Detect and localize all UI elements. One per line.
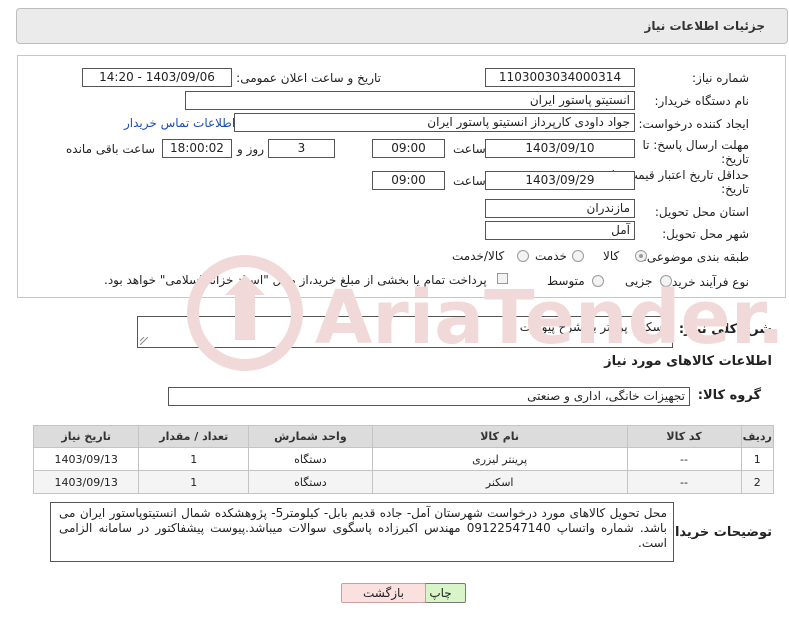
goods-table: ردیف کد کالا نام کالا واحد شمارش تعداد /… (32, 425, 775, 494)
cell-quantity: 1 (138, 470, 250, 494)
goods-group-field[interactable]: تجهیزات خانگی، اداری و صنعتی (168, 387, 690, 406)
cell-row-number: 1 (740, 447, 775, 471)
process-radio-medium[interactable] (592, 275, 604, 287)
announce-date-field[interactable]: 1403/09/06 - 14:20 (82, 68, 232, 87)
buyer-org-field[interactable]: انستیتو پاستور ایران (185, 91, 635, 110)
goods-section-title: اطلاعات کالاهای مورد نیاز (604, 354, 772, 369)
deadline-time-label: ساعت (453, 142, 486, 156)
price-validity-time-label: ساعت (453, 174, 486, 188)
city-field[interactable]: آمل (485, 221, 635, 240)
price-validity-time-field[interactable]: 09:00 (372, 171, 445, 190)
process-option-medium: متوسط (547, 274, 585, 288)
cell-goods-code: -- (626, 470, 742, 494)
province-field[interactable]: مازندران (485, 199, 635, 218)
page-title: جزئیات اطلاعات نیاز (644, 19, 765, 33)
category-radio-goods[interactable] (635, 250, 647, 262)
table-header-row: ردیف کد کالا نام کالا واحد شمارش تعداد /… (32, 425, 775, 448)
category-label: طبقه بندی موضوعی: (642, 250, 749, 264)
deadline-label: مهلت ارسال پاسخ: تا (642, 138, 749, 152)
buyer-notes-label: توضیحات خریدار: (662, 525, 772, 540)
announce-date-label: تاریخ و ساعت اعلان عمومی: (236, 71, 381, 85)
description-label: شرح کلی نیاز: (678, 322, 772, 337)
deadline-date-field[interactable]: 1403/09/10 (485, 139, 635, 158)
page-header: جزئیات اطلاعات نیاز (16, 8, 788, 44)
category-option-service: خدمت (535, 249, 567, 263)
city-label: شهر محل تحویل: (662, 227, 749, 241)
table-row[interactable]: 2 -- اسکنر دستگاه 1 1403/09/13 (32, 470, 775, 494)
creator-label: ایجاد کننده درخواست: (638, 117, 749, 131)
cell-need-date: 1403/09/13 (32, 470, 140, 494)
cell-unit: دستگاه (248, 470, 373, 494)
cell-row-number: 2 (740, 470, 775, 494)
cell-goods-name: اسکنر (371, 470, 628, 494)
col-header-unit: واحد شمارش (248, 425, 373, 448)
buyer-notes-textarea[interactable]: محل تحویل کالاهای مورد درخواست شهرستان آ… (50, 502, 674, 562)
cell-need-date: 1403/09/13 (32, 447, 140, 471)
process-option-minor: جزیی (625, 274, 653, 288)
goods-group-label: گروه کالا: (697, 388, 761, 403)
table-row[interactable]: 1 -- پرینتر لیزری دستگاه 1 1403/09/13 (32, 447, 775, 471)
back-button[interactable]: بازگشت (341, 583, 426, 603)
cell-unit: دستگاه (248, 447, 373, 471)
remaining-days-field[interactable]: 3 (268, 139, 335, 158)
buyer-notes-text: محل تحویل کالاهای مورد درخواست شهرستان آ… (59, 506, 668, 550)
creator-field[interactable]: جواد داودی کارپرداز انستیتو پاستور ایران (234, 113, 635, 132)
category-radio-goods-service[interactable] (517, 250, 529, 262)
resize-grip-icon[interactable] (140, 337, 148, 345)
col-header-goods-code: کد کالا (626, 425, 742, 448)
deadline-time-field[interactable]: 09:00 (372, 139, 445, 158)
remaining-label: ساعت باقی مانده (66, 142, 156, 156)
description-textarea[interactable]: اسکنر- پرینتر به شرح پیوست (137, 316, 673, 348)
province-label: استان محل تحویل: (654, 205, 749, 219)
treasury-payment-checkbox[interactable] (497, 273, 508, 284)
category-option-goods-service: کالا/خدمت (452, 249, 505, 263)
cell-quantity: 1 (138, 447, 250, 471)
remaining-time-field[interactable]: 18:00:02 (162, 139, 232, 158)
price-validity-date-field[interactable]: 1403/09/29 (485, 171, 635, 190)
need-number-field[interactable]: 1103003034000314 (485, 68, 635, 87)
need-number-label: شماره نیاز: (692, 71, 749, 85)
cell-goods-name: پرینتر لیزری (371, 447, 628, 471)
buyer-org-label: نام دستگاه خریدار: (654, 94, 750, 108)
treasury-payment-note: پرداخت تمام یا بخشی از مبلغ خرید،از محل … (104, 273, 487, 287)
process-radio-minor[interactable] (660, 275, 672, 287)
description-text: اسکنر- پرینتر به شرح پیوست (519, 320, 666, 334)
buyer-contact-link[interactable]: اطلاعات تماس خریدار (124, 116, 235, 130)
col-header-goods-name: نام کالا (371, 425, 628, 448)
process-label: نوع فرآیند خرید : (664, 275, 749, 289)
col-header-need-date: تاریخ نیاز (32, 425, 140, 448)
category-radio-service[interactable] (572, 250, 584, 262)
category-option-goods: کالا (603, 249, 620, 263)
col-header-quantity: تعداد / مقدار (138, 425, 250, 448)
days-label: روز و (237, 142, 264, 156)
col-header-row-number: ردیف (740, 425, 775, 448)
price-validity-label-date: تاریخ: (721, 182, 749, 196)
deadline-label-date: تاریخ: (721, 152, 749, 166)
cell-goods-code: -- (626, 447, 742, 471)
